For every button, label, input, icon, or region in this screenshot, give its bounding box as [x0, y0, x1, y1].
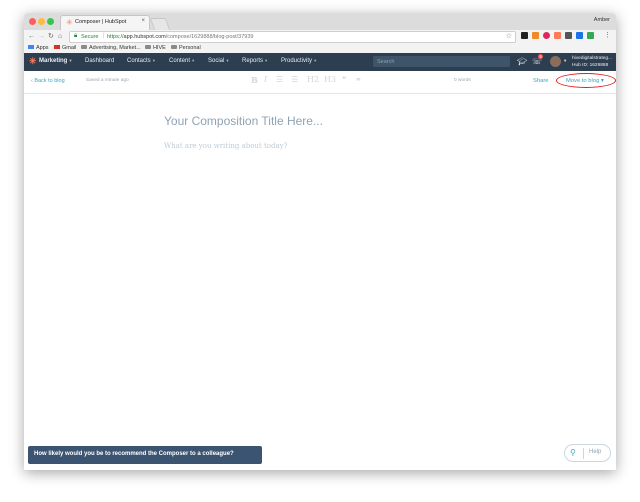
bookmark-advertising[interactable]: Advertising, Market...	[81, 44, 141, 51]
nav-productivity[interactable]: Productivity ▾	[281, 58, 316, 64]
back-arrow-icon[interactable]: ←	[28, 32, 35, 41]
chevron-down-icon: ▾	[69, 58, 72, 63]
gmail-icon	[54, 44, 60, 49]
account-chevron-down-icon[interactable]: ▾	[564, 58, 566, 64]
url-separator: |	[103, 33, 105, 39]
hub-name[interactable]: hivedigitalstrateg...	[572, 56, 612, 61]
survey-text: How likely would you be to recommend the…	[34, 451, 234, 457]
pinterest-icon[interactable]	[543, 32, 550, 39]
folder-icon	[145, 44, 151, 49]
bookmark-star-icon[interactable]: ☆	[506, 32, 512, 40]
chevron-down-icon: ▾	[226, 58, 229, 63]
apps-grid-icon	[28, 44, 34, 49]
folder-icon	[171, 44, 177, 49]
help-button[interactable]: Help	[589, 449, 601, 455]
new-tab-button[interactable]	[149, 18, 171, 30]
address-bar[interactable]: 🔒︎ Secure | https://app.hubspot.com/comp…	[69, 31, 516, 43]
forward-arrow-icon[interactable]: →	[38, 32, 45, 41]
minimize-window-button[interactable]	[38, 18, 45, 25]
tab-close-icon[interactable]: ×	[141, 18, 145, 24]
browser-window: ✳ Composer | HubSpot × Amber ← → ↻ ⌂ 🔒︎ …	[24, 13, 616, 470]
search-placeholder: Search	[377, 58, 395, 65]
extension-icon[interactable]	[532, 32, 539, 39]
browser-menu-icon[interactable]: ⋮	[604, 31, 611, 39]
tab-title: Composer | HubSpot	[75, 19, 127, 25]
word-count: 0 words	[454, 78, 471, 83]
help-widget[interactable]: ⚲ Help	[564, 444, 611, 462]
avatar[interactable]	[550, 56, 561, 67]
feedback-survey-button[interactable]: How likely would you be to recommend the…	[28, 446, 262, 464]
share-button[interactable]: Share	[533, 78, 548, 84]
bookmark-personal[interactable]: Personal	[171, 44, 201, 51]
tab-strip: ✳ Composer | HubSpot × Amber	[24, 13, 616, 31]
chevron-down-icon: ▾	[192, 58, 195, 63]
hubspot-extension-icon[interactable]	[554, 32, 561, 39]
composer-toolbar: ‹ Back to blog Saved a minute ago B I ☰ …	[24, 71, 616, 94]
home-icon[interactable]: ⌂	[58, 32, 62, 41]
help-divider	[583, 448, 584, 459]
chevron-down-icon: ▾	[152, 58, 155, 63]
nav-dashboard[interactable]: Dashboard	[85, 58, 114, 64]
composition-title-input[interactable]: Your Composition Title Here...	[164, 114, 323, 128]
hubspot-favicon-icon: ✳	[66, 18, 73, 27]
nav-reports[interactable]: Reports ▾	[242, 58, 267, 64]
hubspot-logo-icon[interactable]: ✳	[29, 56, 37, 67]
heading-2-button[interactable]: H2	[307, 75, 319, 84]
link-icon[interactable]: ⚭	[355, 75, 362, 84]
reload-icon[interactable]: ↻	[48, 32, 54, 41]
hubspot-search-input[interactable]: Search	[373, 56, 510, 67]
hubspot-nav: ✳ Marketing ▾ Dashboard Contacts ▾ Content…	[24, 53, 616, 71]
chevron-down-icon: ▾	[265, 58, 268, 63]
close-window-button[interactable]	[29, 18, 36, 25]
heading-3-button[interactable]: H3	[324, 75, 336, 84]
bold-button[interactable]: B	[251, 75, 258, 85]
nav-contacts[interactable]: Contacts ▾	[127, 58, 155, 64]
hub-id: Hub ID: 1629888	[572, 63, 609, 68]
academy-cap-icon[interactable]: 🎓︎	[517, 57, 527, 66]
secure-label: Secure	[81, 33, 99, 40]
browser-tab[interactable]: ✳ Composer | HubSpot ×	[60, 15, 150, 30]
extension-icon[interactable]	[576, 32, 583, 39]
profile-name[interactable]: Amber	[594, 17, 610, 23]
chevron-down-icon: ▾	[314, 58, 317, 63]
blockquote-button[interactable]: ❝	[342, 75, 346, 84]
url-text: https://app.hubspot.com/compose/1629888/…	[107, 33, 254, 40]
annotation-highlight-ring	[556, 73, 616, 88]
folder-icon	[81, 44, 87, 49]
nav-content[interactable]: Content ▾	[169, 58, 194, 64]
italic-button[interactable]: I	[264, 75, 267, 84]
back-to-blog-link[interactable]: ‹ Back to blog	[31, 78, 65, 84]
bookmark-hive[interactable]: HIVE	[145, 44, 166, 51]
notification-count-badge: 5	[538, 54, 544, 59]
bookmark-gmail[interactable]: Gmail	[54, 44, 76, 51]
numbered-list-icon[interactable]: ☰	[291, 75, 298, 84]
browser-toolbar: ← → ↻ ⌂ 🔒︎ Secure | https://app.hubspot.…	[24, 30, 616, 43]
maximize-window-button[interactable]	[47, 18, 54, 25]
extension-icon[interactable]	[521, 32, 528, 39]
save-status: Saved a minute ago	[86, 78, 129, 83]
lock-icon: 🔒︎	[74, 33, 78, 39]
search-icon[interactable]: ⚲	[570, 448, 576, 457]
extension-icon[interactable]	[587, 32, 594, 39]
bulleted-list-icon[interactable]: ☰	[276, 75, 283, 84]
nav-marketing[interactable]: Marketing ▾	[39, 58, 72, 64]
composition-body-input[interactable]: What are you writing about today?	[164, 142, 287, 150]
bookmark-apps[interactable]: Apps	[28, 44, 49, 51]
nav-social[interactable]: Social ▾	[208, 58, 229, 64]
extension-icon[interactable]	[565, 32, 572, 39]
